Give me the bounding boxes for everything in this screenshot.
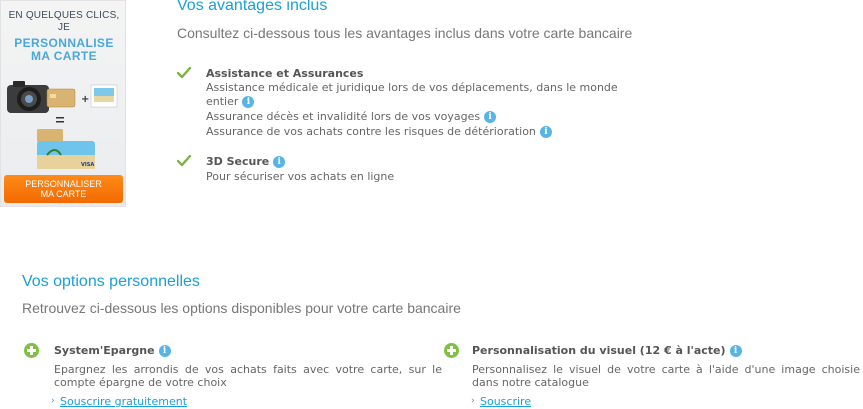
subscribe-link[interactable]: Souscrire	[480, 395, 531, 408]
camera-card-illustration: + VISA	[7, 81, 118, 169]
info-icon[interactable]: i	[729, 345, 742, 357]
advantages-title: Vos avantages inclus	[177, 0, 328, 14]
button-label-line1: PERSONNALISER	[25, 179, 102, 189]
option-description: Epargnez les arrondis de vos achats fait…	[54, 363, 442, 389]
check-icon	[177, 155, 191, 167]
benefit-line-with-info: Assurance de vos achats contre les risqu…	[206, 125, 552, 139]
benefit-line-text: Assurance décès et invalidité lors de vo…	[206, 110, 481, 123]
camera-icon	[7, 81, 49, 113]
option-title-system-epargne: System'Epargne i	[54, 344, 171, 357]
subscribe-free-link[interactable]: Souscrire gratuitement	[60, 395, 187, 408]
option-description: Personnalisez le visuel de votre carte à…	[472, 363, 860, 389]
advantages-subtitle: Consultez ci-dessous tous les avantages …	[177, 25, 633, 41]
personalized-card-icon: VISA	[37, 141, 95, 169]
info-icon[interactable]: i	[158, 345, 171, 357]
personalize-card-button[interactable]: PERSONNALISER MA CARTE	[4, 175, 123, 203]
benefit-line-with-info: Assurance décès et invalidité lors de vo…	[206, 110, 497, 124]
info-icon[interactable]: i	[273, 156, 286, 168]
benefit-title-assistance: Assistance et Assurances	[206, 67, 364, 80]
option-title-text: System'Epargne	[54, 344, 155, 357]
plus-icon[interactable]	[24, 343, 39, 358]
info-icon[interactable]: i	[539, 126, 552, 138]
info-icon[interactable]: i	[242, 96, 255, 108]
benefit-line: Assistance médicale et juridique lors de…	[206, 81, 618, 94]
option-title-text: Personnalisation du visuel (12 € à l'act…	[472, 344, 726, 357]
option-title-personnalisation: Personnalisation du visuel (12 € à l'act…	[472, 344, 742, 357]
banner-headline-line2: JE	[57, 22, 71, 33]
benefit-line: Pour sécuriser vos achats en ligne	[206, 170, 395, 183]
banner-headline: EN QUELQUES CLICS, JE	[1, 10, 127, 34]
info-icon[interactable]: i	[484, 111, 497, 123]
banner-headline-line1: EN QUELQUES CLICS,	[8, 10, 120, 21]
svg-text:+: +	[81, 94, 89, 105]
benefit-title-3d-secure: 3D Secure i	[206, 155, 286, 168]
benefit-line-text: entier	[206, 95, 239, 108]
banner-title: PERSONNALISE MA CARTE	[1, 37, 127, 63]
svg-text:VISA: VISA	[81, 162, 94, 168]
options-subtitle: Retrouvez ci-dessous les options disponi…	[22, 300, 461, 316]
plus-icon[interactable]	[444, 343, 459, 358]
banner-title-line2: MA CARTE	[30, 49, 98, 63]
benefit-title-text: 3D Secure	[206, 155, 270, 168]
button-label-line2: MA CARTE	[40, 189, 87, 199]
options-title: Vos options personnelles	[22, 273, 200, 290]
benefit-line-text: Assurance de vos achats contre les risqu…	[206, 125, 536, 138]
chevron-right-icon: ›	[471, 396, 475, 406]
personalize-card-banner[interactable]: EN QUELQUES CLICS, JE PERSONNALISE MA CA…	[0, 0, 126, 207]
benefit-line-with-info: entier i	[206, 95, 255, 109]
photo-icon	[90, 84, 118, 108]
chevron-right-icon: ›	[51, 396, 55, 406]
check-icon	[177, 67, 191, 79]
